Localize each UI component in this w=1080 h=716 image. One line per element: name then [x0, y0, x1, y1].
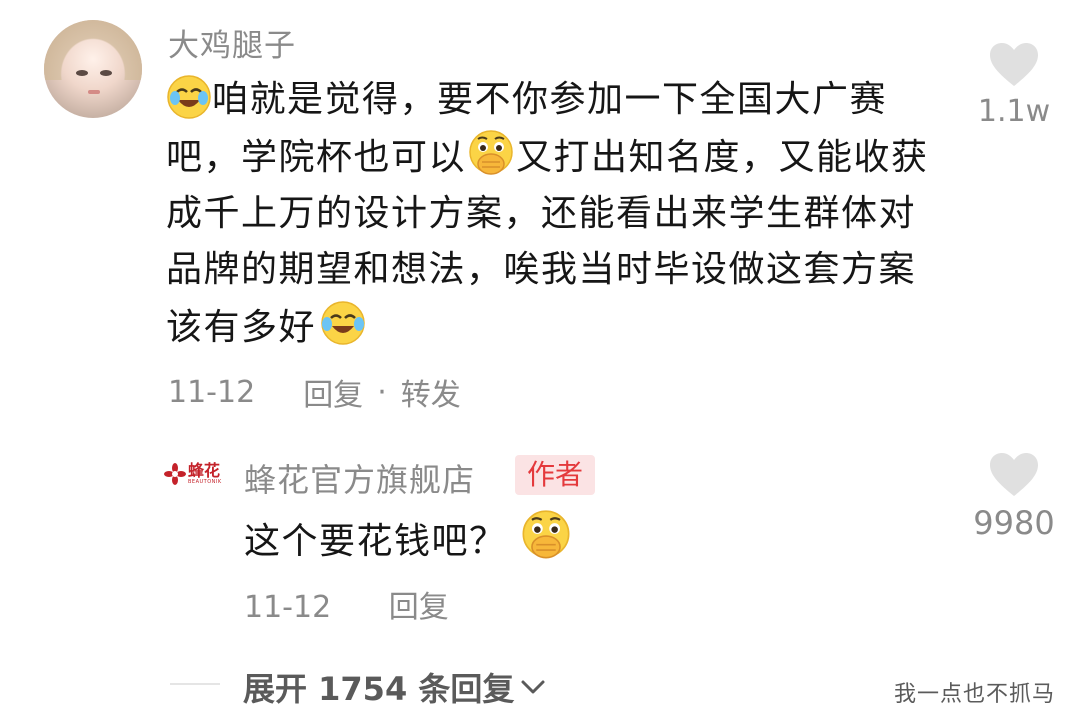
reply-button[interactable]: 回复: [303, 370, 363, 414]
reply-reply-button[interactable]: 回复: [389, 590, 449, 625]
author-badge: 作者: [515, 455, 596, 495]
comment-meta: 11-12 回复 · 转发: [168, 370, 461, 414]
crying-laughing-emoji: [167, 75, 211, 119]
expand-replies-button[interactable]: 展开 1754 条回复: [243, 664, 546, 710]
reply-like-count: 9980: [973, 504, 1055, 542]
heart-icon[interactable]: [989, 452, 1039, 498]
watermark: 我一点也不抓马: [894, 682, 1056, 707]
flower-logo-icon: [164, 463, 186, 485]
covering-mouth-emoji: [469, 130, 513, 175]
heart-icon[interactable]: [989, 42, 1039, 88]
expand-divider: [170, 683, 220, 685]
comment-text: 咱就是觉得，要不你参加一下全国大广赛吧，学院杯也可以 又打出知名度，又能收获成千…: [166, 72, 936, 356]
comment-date: 11-12: [168, 374, 256, 410]
comment-like-count: 1.1w: [977, 94, 1051, 129]
reply-date: 11-12: [244, 590, 332, 625]
reply-text: 这个要花钱吧？: [244, 508, 573, 570]
brand-logo-sub: BEAUTONIK: [188, 479, 222, 485]
comment-username[interactable]: 大鸡腿子: [168, 20, 296, 65]
chevron-down-icon[interactable]: [520, 678, 546, 696]
expand-replies-label[interactable]: 展开 1754 条回复: [243, 664, 514, 710]
brand-logo-text: 蜂花: [188, 461, 221, 480]
separator-dot: ·: [377, 374, 387, 410]
reply-username[interactable]: 蜂花官方旗舰店: [244, 455, 475, 501]
reply-meta: 11-12 回复: [244, 582, 449, 626]
reply-like-button[interactable]: 9980: [966, 452, 1062, 542]
crying-laughing-emoji: [321, 301, 365, 345]
forward-button[interactable]: 转发: [401, 370, 461, 414]
comment-like-button[interactable]: 1.1w: [972, 42, 1056, 129]
avatar[interactable]: [44, 20, 142, 118]
covering-mouth-emoji: [522, 510, 570, 559]
brand-logo[interactable]: 蜂花 BEAUTONIK: [164, 454, 228, 494]
